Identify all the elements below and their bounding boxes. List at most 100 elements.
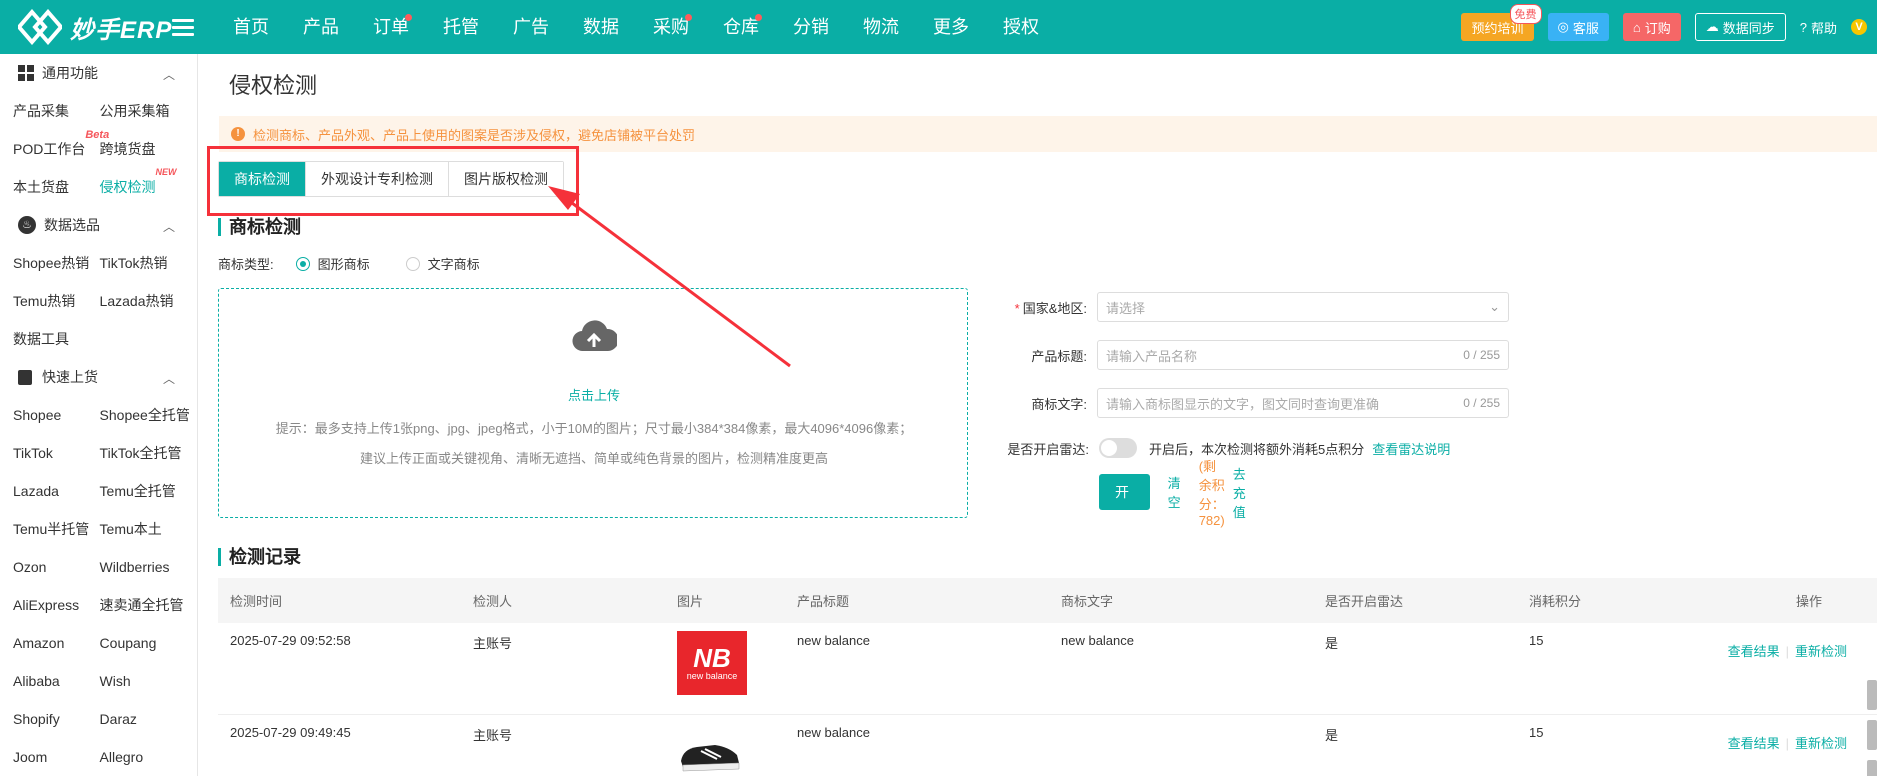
sidebar: 通用功能 ︿ 产品采集 公用采集箱 POD工作台 Beta 跨境货盘 本土货盘 侵…: [0, 54, 198, 776]
notification-dot: [405, 14, 412, 21]
cloud-upload-icon: [572, 320, 617, 352]
sidebar-item-ozon[interactable]: Ozon: [0, 559, 92, 575]
nav-orders[interactable]: 订单: [356, 0, 426, 54]
sidebar-item-temu-local[interactable]: Temu本土: [92, 519, 197, 539]
sidebar-item-amazon[interactable]: Amazon: [0, 635, 92, 651]
sidebar-item-aliexpress-full[interactable]: 速卖通全托管: [92, 595, 197, 615]
nav-logistics[interactable]: 物流: [846, 0, 916, 54]
trademark-type-row: 商标类型: 图形商标 文字商标: [218, 256, 480, 272]
vip-avatar[interactable]: V: [1851, 19, 1867, 35]
notification-dot: [755, 14, 762, 21]
scroll-handle[interactable]: [1867, 680, 1877, 710]
table-row: 2025-07-29 09:52:58 主账号 NB new balance n…: [218, 623, 1877, 715]
clear-button[interactable]: 清空: [1168, 473, 1181, 511]
sidebar-item-shopee[interactable]: Shopee: [0, 407, 92, 423]
nav-warehouse[interactable]: 仓库: [706, 0, 776, 54]
sidebar-item-product-collect[interactable]: 产品采集: [0, 101, 92, 121]
sidebar-item-coupang[interactable]: Coupang: [92, 635, 197, 651]
trademark-text-input[interactable]: 请输入商标图显示的文字，图文同时查询更准确 0 / 255: [1097, 388, 1509, 418]
sidebar-item-data-tools[interactable]: 数据工具: [0, 329, 92, 349]
sidebar-item-aliexpress[interactable]: AliExpress: [0, 597, 92, 613]
chat-icon: ◎: [1557, 19, 1569, 34]
sidebar-item-wish[interactable]: Wish: [92, 673, 197, 689]
menu-toggle-icon[interactable]: [172, 16, 194, 38]
logo-icon: [18, 9, 62, 45]
view-result-link[interactable]: 查看结果: [1728, 736, 1780, 751]
section-title-records: 检测记录: [218, 548, 301, 566]
main-nav: 首页 产品 订单 托管 广告 数据 采购 仓库 分销 物流 更多 授权: [216, 0, 1056, 54]
sidebar-item-temu-semi[interactable]: Temu半托管: [0, 519, 92, 539]
upload-hint-1: 提示：最多支持上传1张png、jpg、jpeg格式，小于10M的图片；尺寸最小3…: [275, 421, 913, 436]
redetect-link[interactable]: 重新检测: [1795, 736, 1847, 751]
section-title-trademark: 商标检测: [218, 218, 301, 236]
redetect-link[interactable]: 重新检测: [1795, 644, 1847, 659]
radar-toggle[interactable]: [1099, 438, 1137, 458]
shoe-thumbnail[interactable]: [677, 735, 743, 775]
chevron-up-icon: ︿: [162, 220, 175, 234]
sidebar-item-pod[interactable]: POD工作台 Beta: [0, 129, 109, 159]
logo-text: 妙手ERP: [70, 16, 173, 44]
warning-icon: !: [231, 127, 245, 141]
nav-purchase[interactable]: 采购: [636, 0, 706, 54]
radar-info-link[interactable]: 查看雷达说明: [1372, 439, 1450, 458]
top-navbar: 妙手ERP 首页 产品 订单 托管 广告 数据 采购 仓库 分销 物流 更多 授…: [0, 0, 1877, 54]
country-select[interactable]: 请选择 ⌄: [1097, 292, 1509, 322]
sidebar-item-public-box[interactable]: 公用采集箱: [92, 101, 197, 121]
annotation-highlight-box: [207, 146, 579, 216]
logo[interactable]: 妙手ERP: [18, 8, 172, 46]
nav-ads[interactable]: 广告: [496, 0, 566, 54]
sidebar-item-crossborder[interactable]: 跨境货盘: [92, 139, 197, 159]
sidebar-item-lazada[interactable]: Lazada: [0, 483, 92, 499]
radio-graphic[interactable]: [295, 256, 310, 271]
sidebar-item-shopee-full[interactable]: Shopee全托管: [92, 405, 197, 425]
sidebar-item-wildberries[interactable]: Wildberries: [92, 559, 197, 575]
data-sync-button[interactable]: ☁ 数据同步: [1694, 13, 1786, 41]
recharge-link[interactable]: 去充值: [1233, 464, 1246, 521]
free-badge: 免费: [1509, 4, 1542, 24]
nav-more[interactable]: 更多: [916, 0, 986, 54]
subscribe-button[interactable]: ⌂ 订购: [1622, 13, 1681, 41]
product-title-input[interactable]: 请输入产品名称 0 / 255: [1097, 340, 1509, 370]
section-quick-listing[interactable]: 快速上货 ︿: [0, 358, 197, 396]
sidebar-item-local-goods[interactable]: 本土货盘: [0, 177, 92, 197]
sidebar-item-shopee-hot[interactable]: Shopee热销: [0, 253, 92, 273]
sidebar-item-lazada-hot[interactable]: Lazada热销: [92, 291, 197, 311]
sidebar-item-shopify[interactable]: Shopify: [0, 711, 92, 727]
sidebar-item-temu-full[interactable]: Temu全托管: [92, 481, 197, 501]
cloud-icon: ☁: [1705, 19, 1719, 34]
sidebar-item-daraz[interactable]: Daraz: [92, 711, 197, 727]
sidebar-item-alibaba[interactable]: Alibaba: [0, 673, 92, 689]
nav-products[interactable]: 产品: [286, 0, 356, 54]
scroll-handle[interactable]: [1867, 720, 1877, 750]
sidebar-item-tiktok-full[interactable]: TikTok全托管: [92, 443, 197, 463]
remaining-points: (剩余积分：782): [1198, 459, 1225, 528]
sidebar-item-tiktok[interactable]: TikTok: [0, 445, 92, 461]
nav-authorize[interactable]: 授权: [986, 0, 1056, 54]
customer-service-button[interactable]: ◎ 客服: [1547, 13, 1609, 41]
click-upload-link[interactable]: 点击上传: [219, 385, 969, 404]
sidebar-item-infringement[interactable]: 侵权检测 NEW: [92, 167, 197, 197]
new-balance-logo-thumbnail[interactable]: NB new balance: [677, 631, 747, 695]
view-result-link[interactable]: 查看结果: [1728, 644, 1780, 659]
start-detect-button[interactable]: 开始检测 (消耗10积分): [1099, 474, 1150, 776]
grid-icon: [18, 65, 34, 81]
upload-area[interactable]: 点击上传 提示：最多支持上传1张png、jpg、jpeg格式，小于10M的图片；…: [218, 288, 968, 518]
sidebar-item-temu-hot[interactable]: Temu热销: [0, 291, 92, 311]
sidebar-item-allegro[interactable]: Allegro: [92, 749, 197, 765]
sidebar-item-joom[interactable]: Joom: [0, 749, 92, 765]
scroll-handle[interactable]: [1867, 760, 1877, 776]
nav-home[interactable]: 首页: [216, 0, 286, 54]
section-general[interactable]: 通用功能 ︿: [0, 54, 197, 92]
nav-hosting[interactable]: 托管: [426, 0, 496, 54]
radio-text[interactable]: [405, 256, 420, 271]
top-right-actions: 预约培训 免费 ◎ 客服 ⌂ 订购 ☁ 数据同步 ? 帮助 V: [1461, 4, 1877, 42]
help-link[interactable]: ? 帮助: [1800, 18, 1837, 37]
nav-distribution[interactable]: 分销: [776, 0, 846, 54]
chevron-up-icon: ︿: [162, 372, 175, 386]
section-data-selection[interactable]: ♨ 数据选品 ︿: [0, 206, 197, 244]
training-button[interactable]: 预约培训 免费: [1461, 4, 1542, 41]
sidebar-item-tiktok-hot[interactable]: TikTok热销: [92, 253, 197, 273]
nav-data[interactable]: 数据: [566, 0, 636, 54]
new-tag: NEW: [155, 167, 177, 177]
notification-dot: [685, 14, 692, 21]
